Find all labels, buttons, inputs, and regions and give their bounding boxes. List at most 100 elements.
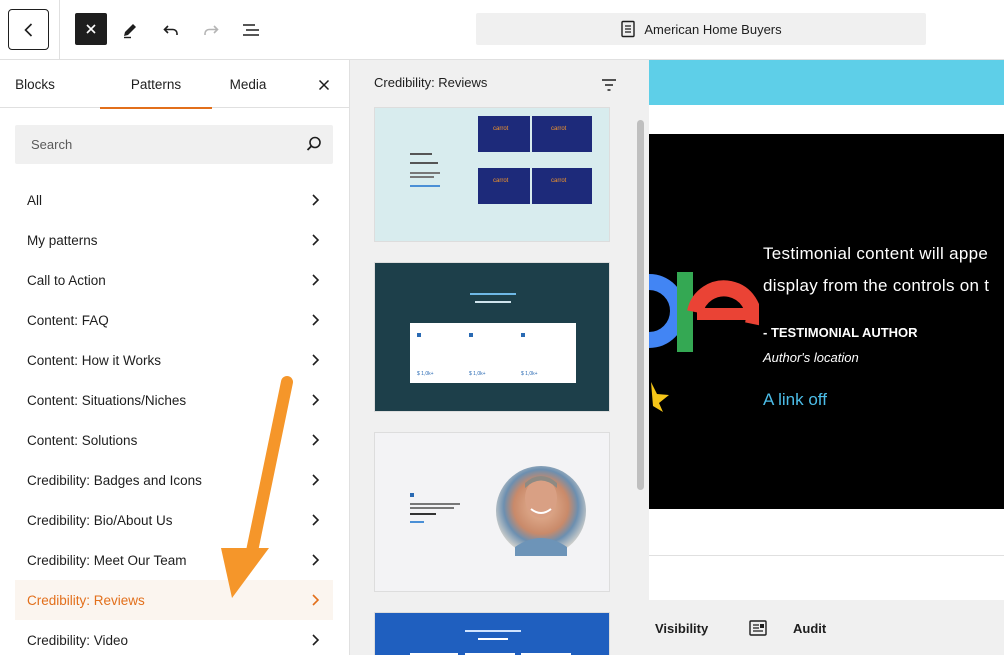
redo-button[interactable] <box>195 14 227 46</box>
list-view-icon <box>243 24 259 36</box>
pattern-thumbnail <box>410 630 571 655</box>
author-location: Author's location <box>763 350 859 365</box>
tab-label: Patterns <box>130 76 182 92</box>
amount-label: $ 1,0k+ <box>417 371 434 377</box>
category-item-credibility-bio[interactable]: Credibility: Bio/About Us <box>15 500 333 540</box>
category-label: All <box>27 192 43 208</box>
testimonial-line-1: Testimonial content will appe <box>763 244 989 263</box>
pattern-preview-panel: Credibility: Reviews carrot carrot carro… <box>350 60 649 655</box>
google-logo-graphic <box>649 272 762 352</box>
close-panel-button[interactable] <box>311 72 337 98</box>
amount-label: $ 1,0k+ <box>521 371 538 377</box>
scrollbar[interactable] <box>637 120 644 490</box>
document-overview-button[interactable] <box>235 14 267 46</box>
header-band <box>649 60 1004 105</box>
pattern-card-4[interactable] <box>374 612 610 655</box>
pattern-thumbnail <box>410 466 586 556</box>
category-item-content-solutions[interactable]: Content: Solutions <box>15 420 333 460</box>
redo-icon <box>204 25 219 35</box>
category-item-content-how-it-works[interactable]: Content: How it Works <box>15 340 333 380</box>
pattern-search <box>15 125 333 164</box>
category-label: Content: FAQ <box>27 312 109 328</box>
divider <box>649 555 1004 556</box>
category-label: Credibility: Video <box>27 632 129 648</box>
tab-patterns[interactable]: Patterns <box>100 60 212 109</box>
video-label: carrot <box>551 126 567 132</box>
undo-button[interactable] <box>155 14 187 46</box>
pattern-thumbnail: $ 1,0k+ $ 1,0k+ $ 1,0k+ <box>410 293 576 383</box>
close-icon <box>86 24 96 34</box>
video-label: carrot <box>493 178 509 184</box>
chevron-right-icon <box>312 354 320 366</box>
category-label: Credibility: Reviews <box>27 592 145 608</box>
category-label: Call to Action <box>27 272 106 288</box>
chevron-right-icon <box>312 594 320 606</box>
amount-label: $ 1,0k+ <box>469 371 486 377</box>
star-icon <box>651 382 669 412</box>
inserter-tabs: Blocks Patterns Media <box>0 60 349 109</box>
pattern-card-3[interactable] <box>374 432 610 592</box>
tab-media[interactable]: Media <box>212 60 284 108</box>
filter-icon[interactable] <box>600 76 618 94</box>
testimonial-link[interactable]: A link off <box>763 390 827 410</box>
document-title-bar[interactable]: American Home Buyers <box>476 13 926 45</box>
pencil-icon <box>124 24 136 39</box>
testimonial-section[interactable]: Testimonial content will appe display fr… <box>649 134 1004 509</box>
editor-toolbar: American Home Buyers <box>0 0 1004 60</box>
inserter-sidebar: Blocks Patterns Media All My patterns Ca… <box>0 60 350 655</box>
chevron-right-icon <box>312 634 320 646</box>
tab-label: Media <box>229 76 267 92</box>
chevron-right-icon <box>312 234 320 246</box>
testimonial-author: - TESTIMONIAL AUTHOR <box>763 325 918 340</box>
category-label: Credibility: Bio/About Us <box>27 512 173 528</box>
page-icon <box>621 20 636 38</box>
category-item-call-to-action[interactable]: Call to Action <box>15 260 333 300</box>
tab-visibility[interactable]: Visibility <box>655 621 708 636</box>
search-input[interactable] <box>15 125 295 164</box>
chevron-right-icon <box>312 474 320 486</box>
category-label: Content: Situations/Niches <box>27 392 187 408</box>
category-item-my-patterns[interactable]: My patterns <box>15 220 333 260</box>
chevron-right-icon <box>312 274 320 286</box>
undo-icon <box>163 25 178 35</box>
tools-button[interactable] <box>114 14 146 46</box>
bottom-tab-bar: Visibility Audit <box>649 600 1004 655</box>
tab-blocks[interactable]: Blocks <box>0 60 70 108</box>
category-item-credibility-badges[interactable]: Credibility: Badges and Icons <box>15 460 333 500</box>
preview-heading: Credibility: Reviews <box>374 75 488 90</box>
close-inserter-button[interactable] <box>75 13 107 45</box>
category-label: My patterns <box>27 232 98 248</box>
chevron-right-icon <box>312 394 320 406</box>
category-item-content-situations-niches[interactable]: Content: Situations/Niches <box>15 380 333 420</box>
close-icon <box>318 79 330 91</box>
search-icon[interactable] <box>305 135 323 153</box>
editor-canvas: Testimonial content will appe display fr… <box>649 60 1004 655</box>
chevron-right-icon <box>312 554 320 566</box>
chevron-right-icon <box>312 514 320 526</box>
google-logo <box>649 252 762 387</box>
category-item-credibility-reviews[interactable]: Credibility: Reviews <box>15 580 333 620</box>
pattern-thumbnail: carrot carrot carrot carrot <box>410 116 592 204</box>
chevron-left-icon <box>23 22 32 37</box>
chevron-right-icon <box>312 434 320 446</box>
category-item-credibility-video[interactable]: Credibility: Video <box>15 620 333 660</box>
category-label: Content: How it Works <box>27 352 162 368</box>
chevron-right-icon <box>312 194 320 206</box>
tab-audit[interactable]: Audit <box>793 621 826 636</box>
category-label: Credibility: Meet Our Team <box>27 552 187 568</box>
toolbar-divider <box>59 0 60 60</box>
back-button[interactable] <box>8 9 49 50</box>
audit-icon <box>749 620 767 636</box>
tab-label: Blocks <box>15 76 55 92</box>
category-item-credibility-team[interactable]: Credibility: Meet Our Team <box>15 540 333 580</box>
document-title: American Home Buyers <box>644 21 782 37</box>
pattern-card-1[interactable]: carrot carrot carrot carrot <box>374 107 610 242</box>
testimonial-line-2: display from the controls on t <box>763 276 990 295</box>
category-item-all[interactable]: All <box>15 180 333 220</box>
pattern-category-list: All My patterns Call to Action Content: … <box>15 180 333 660</box>
category-label: Credibility: Badges and Icons <box>27 472 202 488</box>
category-item-content-faq[interactable]: Content: FAQ <box>15 300 333 340</box>
chevron-right-icon <box>312 314 320 326</box>
pattern-card-2[interactable]: $ 1,0k+ $ 1,0k+ $ 1,0k+ <box>374 262 610 412</box>
video-label: carrot <box>551 178 567 184</box>
